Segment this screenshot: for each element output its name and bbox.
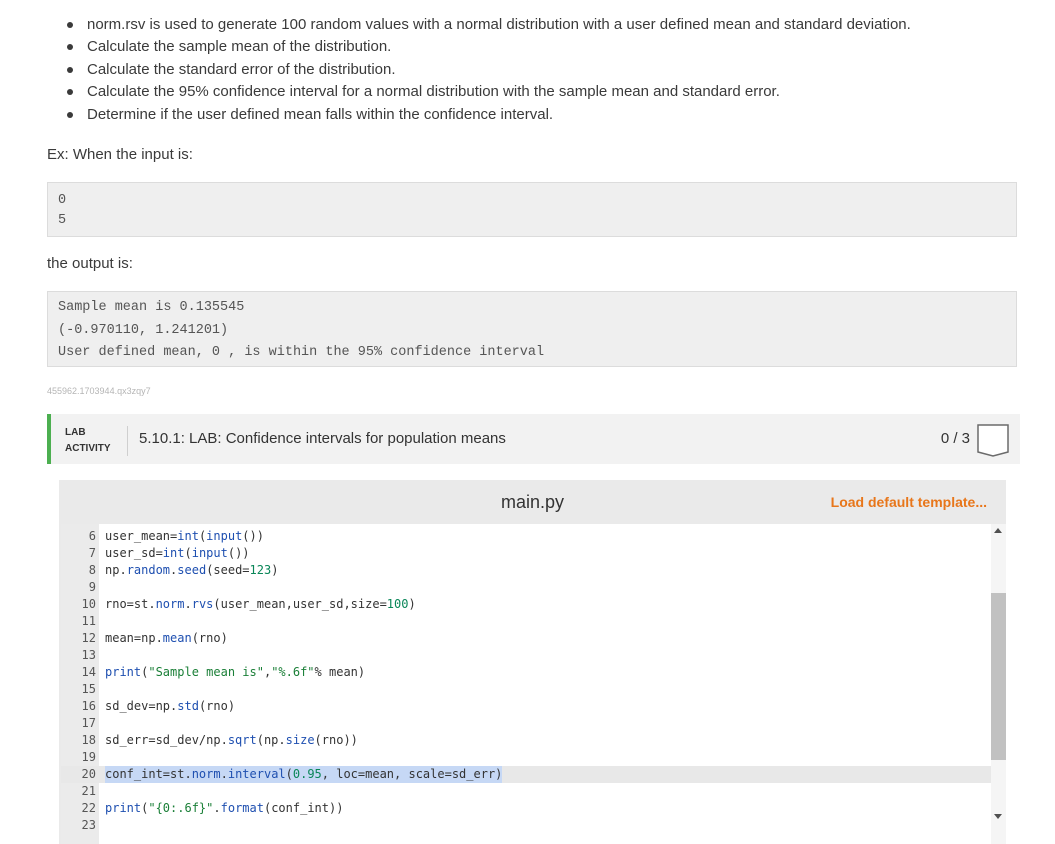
code-line[interactable]: 8 np.random.seed(seed=123) bbox=[61, 562, 991, 579]
code-text[interactable]: mean=np.mean(rno) bbox=[105, 630, 228, 647]
line-number: 20 bbox=[81, 767, 96, 781]
line-number: 21 bbox=[81, 784, 96, 798]
code-line[interactable]: 16 sd_dev=np.std(rno) bbox=[61, 698, 991, 715]
line-number: 15 bbox=[81, 682, 96, 696]
code-line[interactable]: 12 mean=np.mean(rno) bbox=[61, 630, 991, 647]
line-number: 8 bbox=[88, 563, 96, 577]
instruction-list: norm.rsv is used to generate 100 random … bbox=[64, 14, 911, 126]
lab-tag-line: ACTIVITY bbox=[65, 443, 111, 454]
line-number: 12 bbox=[81, 631, 96, 645]
line-number: 23 bbox=[81, 818, 96, 832]
code-line[interactable]: 18 sd_err=sd_dev/np.sqrt(np.size(rno)) bbox=[61, 732, 991, 749]
code-line[interactable]: 21 bbox=[61, 783, 991, 800]
code-text[interactable]: sd_err=sd_dev/np.sqrt(np.size(rno)) bbox=[105, 732, 358, 749]
scrollbar-thumb[interactable] bbox=[991, 593, 1006, 760]
output-intro: the output is: bbox=[47, 255, 133, 272]
example-intro: Ex: When the input is: bbox=[47, 146, 193, 163]
lab-activity-header: LAB ACTIVITY 5.10.1: LAB: Confidence int… bbox=[47, 414, 1020, 464]
line-number: 7 bbox=[88, 546, 96, 560]
code-line[interactable]: 6 user_mean=int(input()) bbox=[61, 528, 991, 545]
scroll-up-arrow-icon[interactable] bbox=[994, 528, 1002, 533]
code-line[interactable]: 9 bbox=[61, 579, 991, 596]
line-number: 16 bbox=[81, 699, 96, 713]
line-number: 6 bbox=[88, 529, 96, 543]
scroll-down-arrow-icon[interactable] bbox=[994, 814, 1002, 819]
output-line: Sample mean is 0.135545 bbox=[58, 300, 245, 315]
code-text[interactable]: conf_int=st.norm.interval(0.95, loc=mean… bbox=[105, 766, 503, 783]
divider bbox=[127, 426, 128, 456]
input-line: 0 bbox=[58, 193, 67, 208]
code-line[interactable]: 20 conf_int=st.norm.interval(0.95, loc=me… bbox=[61, 766, 991, 783]
instruction-item: norm.rsv is used to generate 100 random … bbox=[64, 14, 911, 36]
instruction-item: Calculate the 95% confidence interval fo… bbox=[64, 81, 911, 103]
lab-activity-tag: LAB ACTIVITY bbox=[65, 425, 111, 457]
completion-badge-icon bbox=[977, 424, 1009, 457]
instruction-item: Calculate the standard error of the dist… bbox=[64, 59, 911, 81]
line-number: 10 bbox=[81, 597, 96, 611]
code-line[interactable]: 23 bbox=[61, 817, 991, 834]
code-line[interactable]: 14 print("Sample mean is","%.6f"% mean) bbox=[61, 664, 991, 681]
example-input-box: 0 5 bbox=[47, 182, 1017, 237]
line-number: 11 bbox=[81, 614, 96, 628]
code-line[interactable]: 7 user_sd=int(input()) bbox=[61, 545, 991, 562]
line-number: 19 bbox=[81, 750, 96, 764]
example-output-box: Sample mean is 0.135545 (-0.970110, 1.24… bbox=[47, 291, 1017, 367]
code-text[interactable]: user_sd=int(input()) bbox=[105, 545, 250, 562]
output-line: (-0.970110, 1.241201) bbox=[58, 322, 229, 338]
code-line[interactable]: 10 rno=st.norm.rvs(user_mean,user_sd,size… bbox=[61, 596, 991, 613]
code-text[interactable]: print("{0:.6f}".format(conf_int)) bbox=[105, 800, 343, 817]
line-number: 22 bbox=[81, 801, 96, 815]
lab-score: 0 / 3 bbox=[940, 430, 970, 447]
lab-tag-line: LAB bbox=[65, 427, 86, 438]
code-line[interactable]: 19 bbox=[61, 749, 991, 766]
line-number: 9 bbox=[88, 580, 96, 594]
editor-scrollbar[interactable] bbox=[991, 524, 1006, 844]
code-line[interactable]: 15 bbox=[61, 681, 991, 698]
code-text[interactable]: sd_dev=np.std(rno) bbox=[105, 698, 235, 715]
line-number: 18 bbox=[81, 733, 96, 747]
line-number: 13 bbox=[81, 648, 96, 662]
load-default-template-link[interactable]: Load default template... bbox=[831, 494, 987, 510]
code-text[interactable]: print("Sample mean is","%.6f"% mean) bbox=[105, 664, 365, 681]
code-line[interactable]: 13 bbox=[61, 647, 991, 664]
code-text[interactable]: np.random.seed(seed=123) bbox=[105, 562, 278, 579]
line-number: 14 bbox=[81, 665, 96, 679]
code-text[interactable]: user_mean=int(input()) bbox=[105, 528, 264, 545]
lab-title: 5.10.1: LAB: Confidence intervals for po… bbox=[139, 430, 506, 447]
line-number: 17 bbox=[81, 716, 96, 730]
input-line: 5 bbox=[58, 213, 67, 228]
code-line[interactable]: 22 print("{0:.6f}".format(conf_int)) bbox=[61, 800, 991, 817]
instruction-item: Determine if the user defined mean falls… bbox=[64, 104, 911, 126]
output-line: User defined mean, 0 , is within the 95%… bbox=[58, 345, 545, 360]
code-editor[interactable]: 6 user_mean=int(input()) 7 user_sd=int(inpu… bbox=[61, 524, 991, 844]
instruction-item: Calculate the sample mean of the distrib… bbox=[64, 36, 911, 58]
code-text[interactable]: rno=st.norm.rvs(user_mean,user_sd,size=1… bbox=[105, 596, 416, 613]
problem-id: 455962.1703944.qx3zqy7 bbox=[47, 386, 151, 396]
code-line[interactable]: 17 bbox=[61, 715, 991, 732]
code-line[interactable]: 11 bbox=[61, 613, 991, 630]
